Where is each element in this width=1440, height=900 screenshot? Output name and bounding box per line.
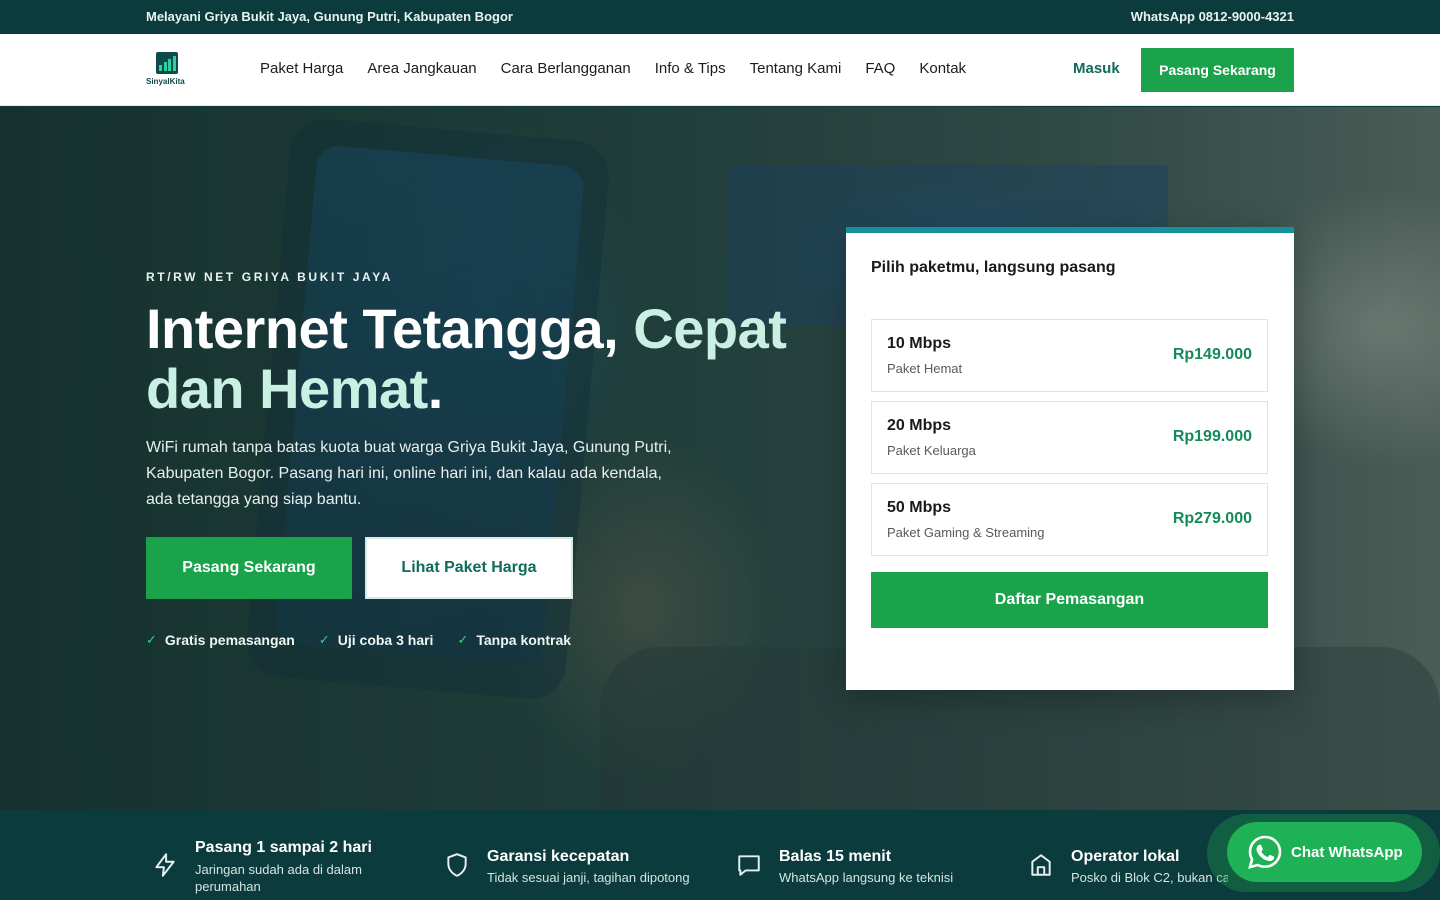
home-icon bbox=[1031, 854, 1051, 876]
feature-desc: Jaringan sudah ada di dalam perumahan bbox=[195, 862, 362, 894]
plan-selector-card: Pilih paketmu, langsung pasang 10 Mbps P… bbox=[846, 227, 1294, 690]
hero-eyebrow: RT/RW NET GRIYA BUKIT JAYA bbox=[146, 270, 393, 284]
shield-icon bbox=[447, 853, 467, 877]
nav-area-jangkauan[interactable]: Area Jangkauan bbox=[367, 60, 476, 77]
feature-item: Balas 15 menit WhatsApp langsung ke tekn… bbox=[736, 810, 996, 900]
login-link[interactable]: Masuk bbox=[1073, 60, 1120, 77]
plan-name: Paket Hemat bbox=[887, 361, 963, 376]
chat-bubble-icon bbox=[738, 855, 760, 876]
hero-section: RT/RW NET GRIYA BUKIT JAYA Internet Teta… bbox=[0, 107, 1440, 810]
whatsapp-contact-link[interactable]: WhatsApp 0812-9000-4321 bbox=[1131, 9, 1294, 24]
plan-name: Paket Keluarga bbox=[887, 443, 976, 458]
signal-bars-icon bbox=[156, 52, 178, 74]
benefit-item: ✓ Gratis pemasangan bbox=[146, 632, 295, 648]
feature-item: Garansi kecepatan Tidak sesuai janji, ta… bbox=[444, 810, 714, 900]
headline-part-1: Internet Tetangga bbox=[146, 297, 604, 360]
checkmark-icon: ✓ bbox=[457, 632, 469, 647]
plan-option-50mbps[interactable]: 50 Mbps Paket Gaming & Streaming Rp279.0… bbox=[871, 483, 1268, 556]
feature-title: Operator lokal bbox=[1071, 848, 1180, 865]
nav-paket-harga[interactable]: Paket Harga bbox=[260, 60, 343, 77]
lightning-icon bbox=[155, 853, 175, 877]
feature-title: Garansi kecepatan bbox=[487, 848, 630, 865]
plan-price: Rp149.000 bbox=[1172, 346, 1252, 363]
header-install-button[interactable]: Pasang Sekarang bbox=[1141, 48, 1294, 92]
feature-item: Pasang 1 sampai 2 hari Jaringan sudah ad… bbox=[152, 810, 412, 900]
card-title: Pilih paketmu, langsung pasang bbox=[871, 259, 1116, 276]
main-nav: Paket Harga Area Jangkauan Cara Berlangg… bbox=[260, 60, 990, 77]
whatsapp-chat-button[interactable]: Chat WhatsApp bbox=[1227, 822, 1422, 882]
plan-price: Rp199.000 bbox=[1172, 428, 1252, 445]
hero-headline: Internet Tetangga, Cepat dan Hemat. bbox=[146, 299, 846, 419]
nav-tentang-kami[interactable]: Tentang Kami bbox=[750, 60, 842, 77]
plan-speed: 10 Mbps bbox=[887, 335, 952, 352]
headline-accent: Cepat bbox=[633, 297, 787, 360]
benefit-item: ✓ Tanpa kontrak bbox=[457, 632, 571, 648]
view-pricing-button[interactable]: Lihat Paket Harga bbox=[365, 537, 573, 599]
hero-install-button[interactable]: Pasang Sekarang bbox=[146, 537, 352, 599]
feature-desc: WhatsApp langsung ke teknisi bbox=[779, 870, 954, 885]
feature-title: Pasang 1 sampai 2 hari bbox=[195, 839, 372, 856]
plan-option-20mbps[interactable]: 20 Mbps Paket Keluarga Rp199.000 bbox=[871, 401, 1268, 474]
benefit-label: Gratis pemasangan bbox=[164, 632, 295, 648]
service-area-text: Melayani Griya Bukit Jaya, Gunung Putri,… bbox=[146, 9, 513, 24]
benefit-list: ✓ Gratis pemasangan ✓ Uji coba 3 hari ✓ Tan… bbox=[146, 632, 595, 648]
whatsapp-button-label: Chat WhatsApp bbox=[1291, 843, 1403, 861]
plan-speed: 50 Mbps bbox=[887, 499, 952, 516]
feature-desc: Tidak sesuai janji, tagihan dipotong bbox=[487, 870, 690, 885]
benefit-label: Tanpa kontrak bbox=[476, 632, 572, 648]
feature-item: Operator lokal Posko di Blok C2, bukan c… bbox=[1028, 810, 1228, 900]
brand-name: SinyalKita bbox=[146, 77, 185, 86]
feature-desc: Posko di Blok C2, bukan call bbox=[1071, 870, 1228, 885]
headline-part-2: dan Hemat bbox=[146, 357, 428, 420]
nav-info-tips[interactable]: Info & Tips bbox=[655, 60, 726, 77]
plan-name: Paket Gaming & Streaming bbox=[887, 525, 1045, 540]
headline-dot: . bbox=[427, 357, 444, 420]
hero-description: WiFi rumah tanpa batas kuota buat warga … bbox=[146, 439, 672, 508]
nav-cara-berlangganan[interactable]: Cara Berlangganan bbox=[501, 60, 631, 77]
plan-speed: 20 Mbps bbox=[887, 417, 952, 434]
headline-comma: , bbox=[603, 297, 619, 360]
plan-price: Rp279.000 bbox=[1172, 510, 1252, 527]
whatsapp-icon bbox=[1248, 835, 1282, 869]
nav-faq[interactable]: FAQ bbox=[865, 60, 895, 77]
site-header: SinyalKita Paket Harga Area Jangkauan Ca… bbox=[0, 34, 1440, 106]
checkmark-icon: ✓ bbox=[146, 632, 157, 647]
register-installation-button[interactable]: Daftar Pemasangan bbox=[871, 572, 1268, 628]
top-info-bar: Melayani Griya Bukit Jaya, Gunung Putri,… bbox=[0, 0, 1440, 34]
plan-option-10mbps[interactable]: 10 Mbps Paket Hemat Rp149.000 bbox=[871, 319, 1268, 392]
checkmark-icon: ✓ bbox=[318, 632, 330, 647]
nav-kontak[interactable]: Kontak bbox=[919, 60, 966, 77]
logo[interactable]: SinyalKita bbox=[146, 52, 192, 88]
feature-title: Balas 15 menit bbox=[779, 848, 892, 865]
benefit-item: ✓ Uji coba 3 hari bbox=[319, 632, 434, 648]
benefit-label: Uji coba 3 hari bbox=[337, 632, 434, 648]
